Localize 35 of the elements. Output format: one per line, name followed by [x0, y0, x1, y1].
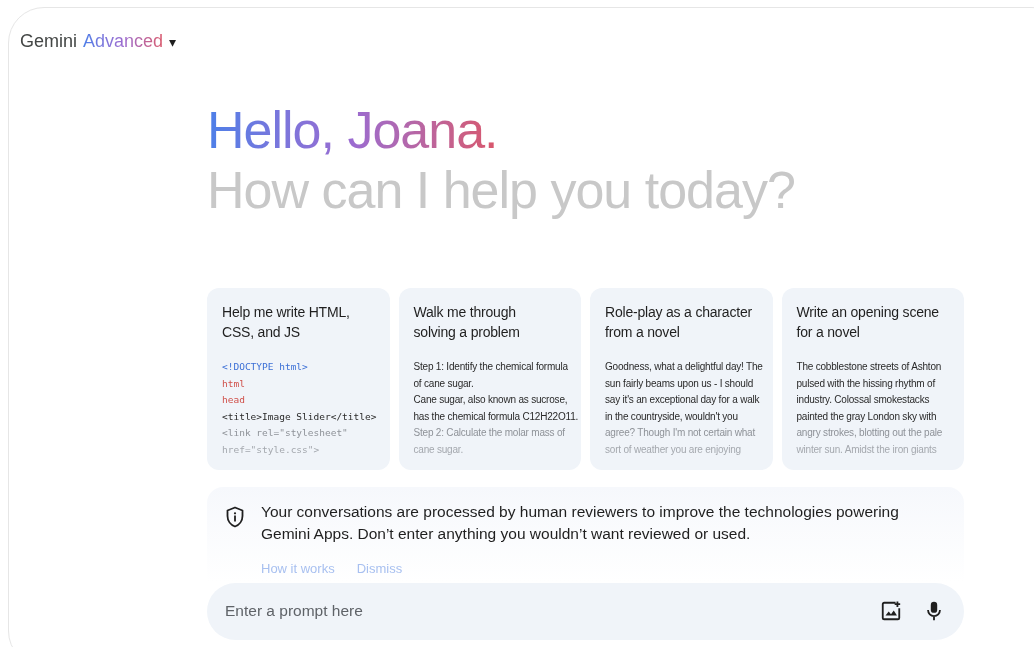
code-line: head [222, 393, 245, 407]
prompt-field[interactable]: Enter a prompt here [207, 582, 964, 640]
code-line: <link rel="stylesheet" [222, 426, 348, 440]
dropdown-toggle[interactable]: ▾ [169, 34, 177, 49]
brand-name: Gemini [20, 30, 77, 53]
preview-line: cane sugar. [413, 442, 463, 457]
preview-line: angry strokes, blotting out the pale [796, 426, 943, 440]
preview-line: in the countryside, wouldn't you [605, 409, 738, 424]
preview-line: sort of weather you are enjoying [605, 442, 741, 457]
preview-line: agree? Though I'm not certain what [605, 426, 756, 440]
preview-line: Goodness, what a delightful day! The [605, 360, 763, 374]
card-title: Role-play as a character from a novel [605, 303, 753, 342]
preview-line: has the chemical formula C12H22O11. [413, 409, 579, 424]
code-line: href="style.css"> [222, 442, 320, 457]
preview-line: pulsed with the hissing rhythm of [796, 376, 935, 391]
code-line: <title>Image Slider</title> [222, 409, 377, 424]
code-line: html [222, 376, 245, 391]
code-line: <!DOCTYPE html> [222, 360, 308, 374]
notice-text: Your conversations are processed by human reviewers to improve the technologies powering Gemini Apps. Don’t enter anything you wouldn’t want reviewed or used. [261, 502, 900, 544]
microphone-icon[interactable] [924, 600, 944, 622]
preview-line: sun fairly beams upon us - I should [605, 376, 754, 391]
preview-line: Step 2: Calculate the molar mass of [413, 426, 565, 440]
preview-line: The cobblestone streets of Ashton [796, 360, 942, 374]
preview-line: Step 1: Identify the chemical formula [413, 360, 568, 374]
image-add-icon[interactable] [880, 600, 902, 622]
preview-line: winter sun. Amidst the iron giants [796, 442, 937, 457]
preview-line: Cane sugar, also known as sucrose, [413, 393, 568, 407]
card-title: Walk me through solving a problem [413, 303, 521, 342]
suggestion-card[interactable]: Help me write HTML, CSS, and JS <!DOCTYPE html> html head <title>Image Slider</title> <link rel="stylesheet" href="style.css"> [207, 288, 390, 470]
preview-line: of cane sugar. [413, 376, 474, 391]
preview-line: say it's an exceptional day for a walk [605, 393, 760, 407]
preview-line: industry. Colossal smokestacks [796, 393, 930, 407]
card-title: Write an opening scene for a novel [796, 303, 940, 342]
preview-line: painted the gray London sky with [796, 409, 937, 424]
card-title: Help me write HTML, CSS, and JS [222, 303, 351, 342]
